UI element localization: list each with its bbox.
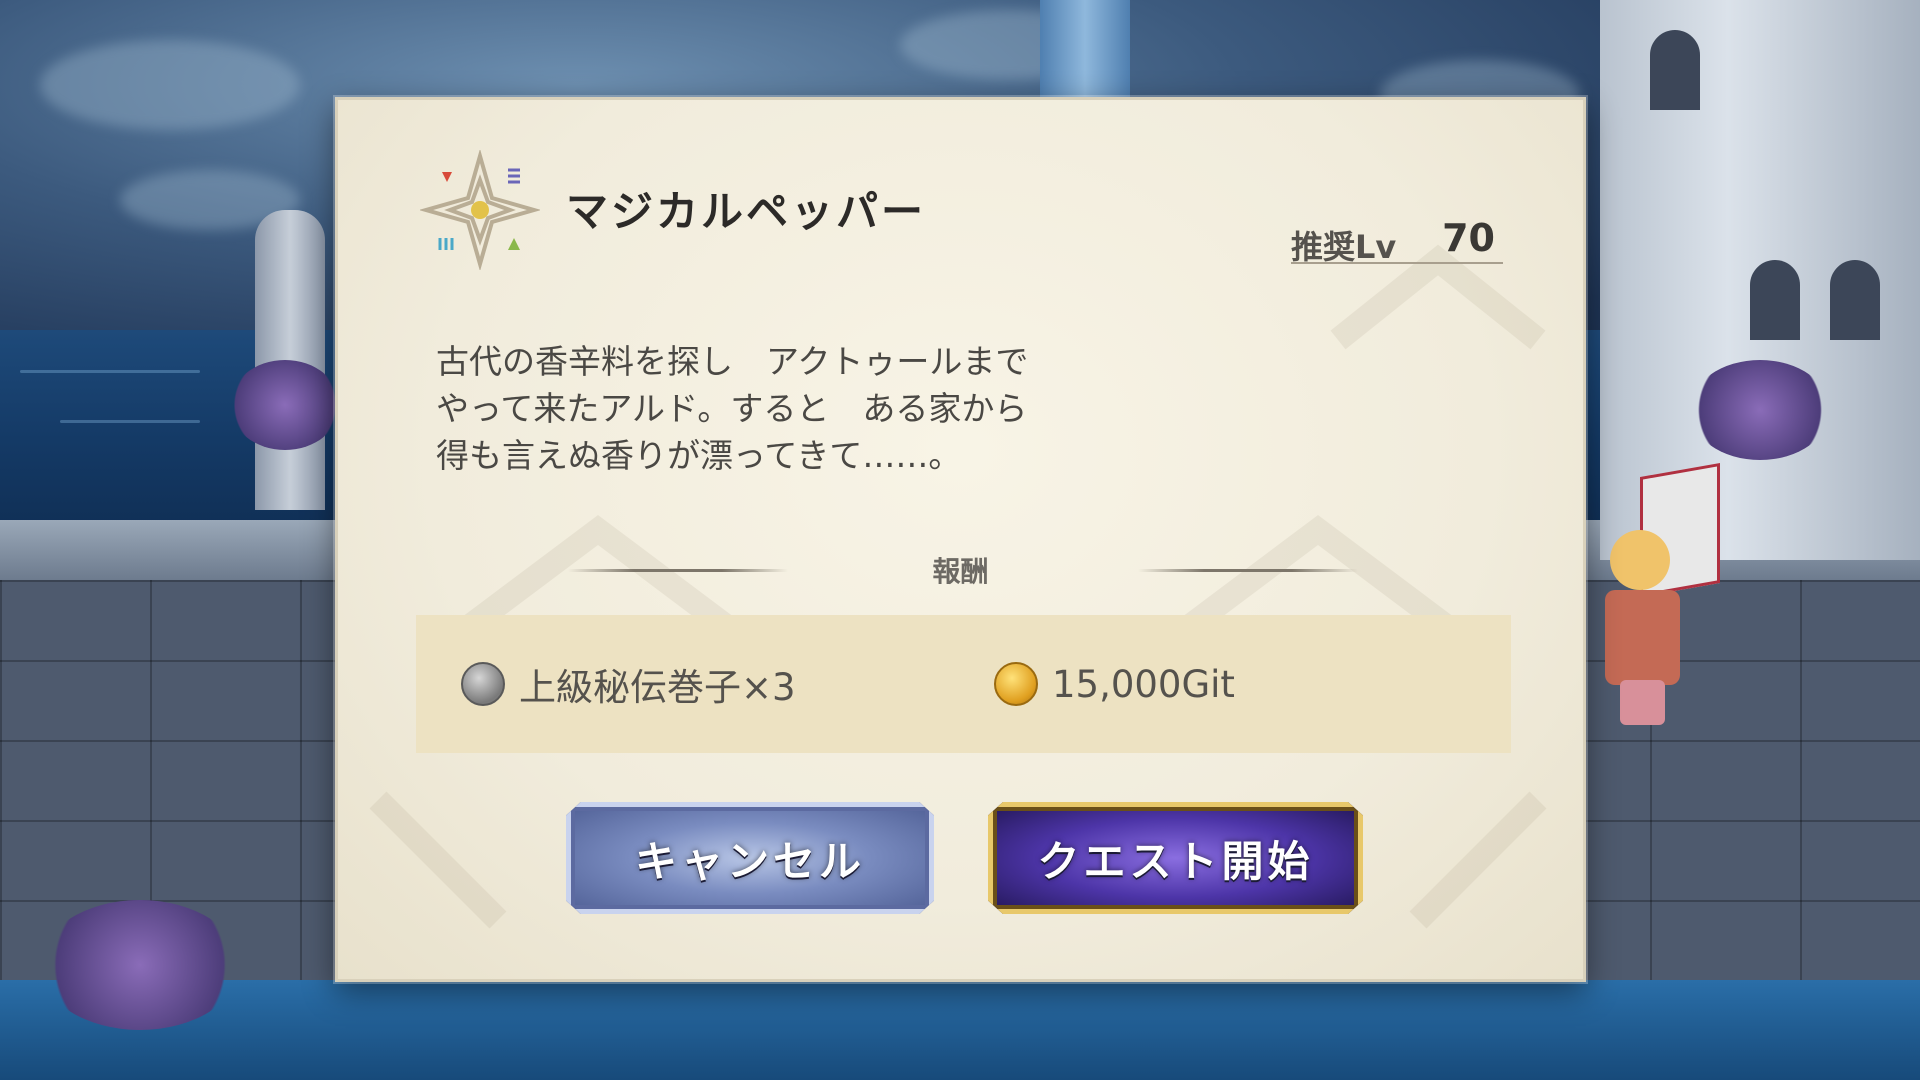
character-body — [1605, 590, 1680, 685]
tower-window — [1650, 30, 1700, 110]
reward-panel: 上級秘伝巻子×3 15,000Git — [416, 615, 1511, 753]
wave — [60, 420, 200, 423]
flower-pot — [230, 360, 340, 450]
quest-emblem-icon — [420, 150, 540, 270]
cloud — [40, 40, 300, 130]
level-value: 70 — [1442, 216, 1495, 260]
reward-item-label: 15,000Git — [1052, 662, 1235, 706]
reward-label: 報酬 — [932, 555, 989, 588]
reward-item: 15,000Git — [994, 615, 1235, 753]
flower-pot — [40, 900, 240, 1030]
cancel-button[interactable]: キャンセル — [566, 802, 934, 914]
quest-start-button[interactable]: クエスト開始 — [988, 802, 1363, 914]
tower-window — [1750, 260, 1800, 340]
tower-window — [1830, 260, 1880, 340]
character-head — [1610, 530, 1670, 590]
wave — [20, 370, 200, 373]
player-character — [1600, 462, 1720, 730]
quest-title: マジカルペッパー — [566, 187, 927, 236]
waterfall — [1040, 0, 1130, 100]
reward-item-label: 上級秘伝巻子×3 — [519, 666, 796, 709]
water-channel — [0, 980, 1920, 1080]
flower-pot — [1690, 360, 1830, 460]
level-label: 推奨Lv — [1291, 228, 1397, 266]
reward-item: 上級秘伝巻子×3 — [461, 615, 796, 753]
scroll-icon — [461, 662, 505, 706]
character-legs — [1620, 680, 1665, 725]
quest-dialog: マジカルペッパー 推奨Lv 70 古代の香辛料を探し アクトゥールまで やって来… — [335, 97, 1586, 982]
coin-icon — [994, 662, 1038, 706]
recommended-level: 推奨Lv 70 — [1291, 216, 1503, 266]
reward-header: 報酬 — [338, 550, 1583, 590]
quest-description: 古代の香辛料を探し アクトゥールまで やって来たアルド。すると ある家から 得も… — [436, 342, 1029, 475]
